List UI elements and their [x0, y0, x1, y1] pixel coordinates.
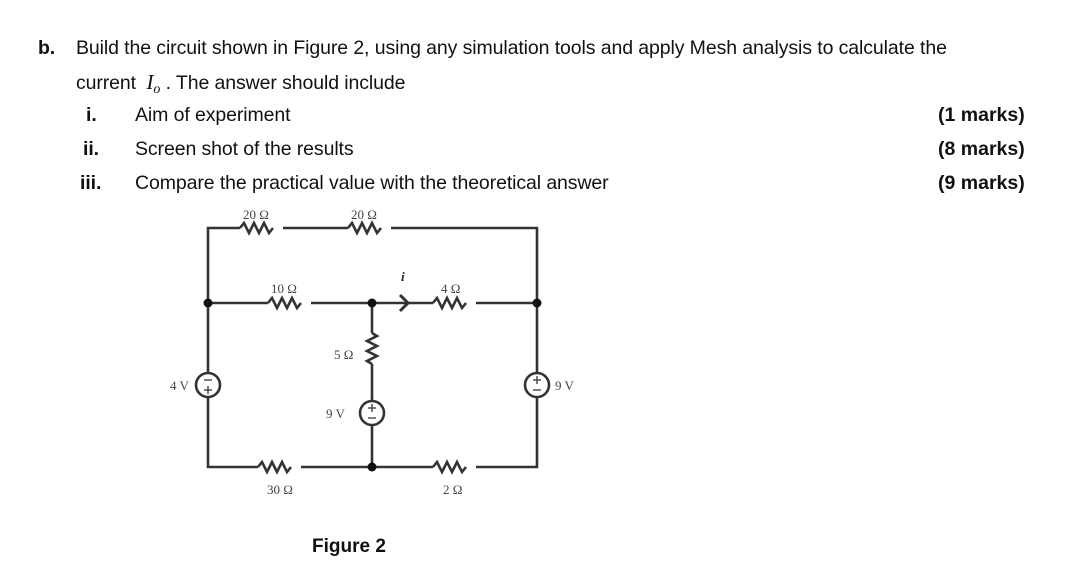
label-r-top-right: 20 Ω [351, 207, 377, 222]
node-right [532, 298, 542, 308]
label-r-mid-right: 4 Ω [441, 281, 460, 296]
label-r-mid-left: 10 Ω [271, 281, 297, 296]
figure-caption: Figure 2 [312, 536, 386, 557]
label-v-right: 9 V [555, 378, 575, 393]
label-r-top-left: 20 Ω [243, 207, 269, 222]
label-current: i [401, 269, 405, 284]
label-v-left: 4 V [170, 378, 190, 393]
label-r-center: 5 Ω [334, 347, 353, 362]
resistor-mid-right [431, 295, 468, 311]
wire-top-right [391, 226, 539, 303]
resistor-top-right [346, 220, 383, 236]
resistor-bottom-right [431, 459, 468, 475]
resistor-bottom-left [256, 459, 293, 475]
node-bottom-center [367, 462, 377, 472]
circuit-diagram: 20 Ω 20 Ω 10 Ω 4 Ω i 5 Ω 4 V 9 V 9 V 30 … [170, 207, 575, 497]
wire-left-lower [206, 397, 258, 469]
label-r-bottom-right: 2 Ω [443, 482, 462, 497]
resistor-top-left [238, 220, 275, 236]
resistor-center [364, 331, 380, 366]
wire-bottom-right [476, 397, 539, 469]
resistor-mid-left [266, 295, 303, 311]
label-r-bottom-left: 30 Ω [267, 482, 293, 497]
label-v-center: 9 V [326, 406, 346, 421]
node-center [367, 298, 377, 308]
node-left [203, 298, 213, 308]
wire-top [206, 226, 240, 298]
